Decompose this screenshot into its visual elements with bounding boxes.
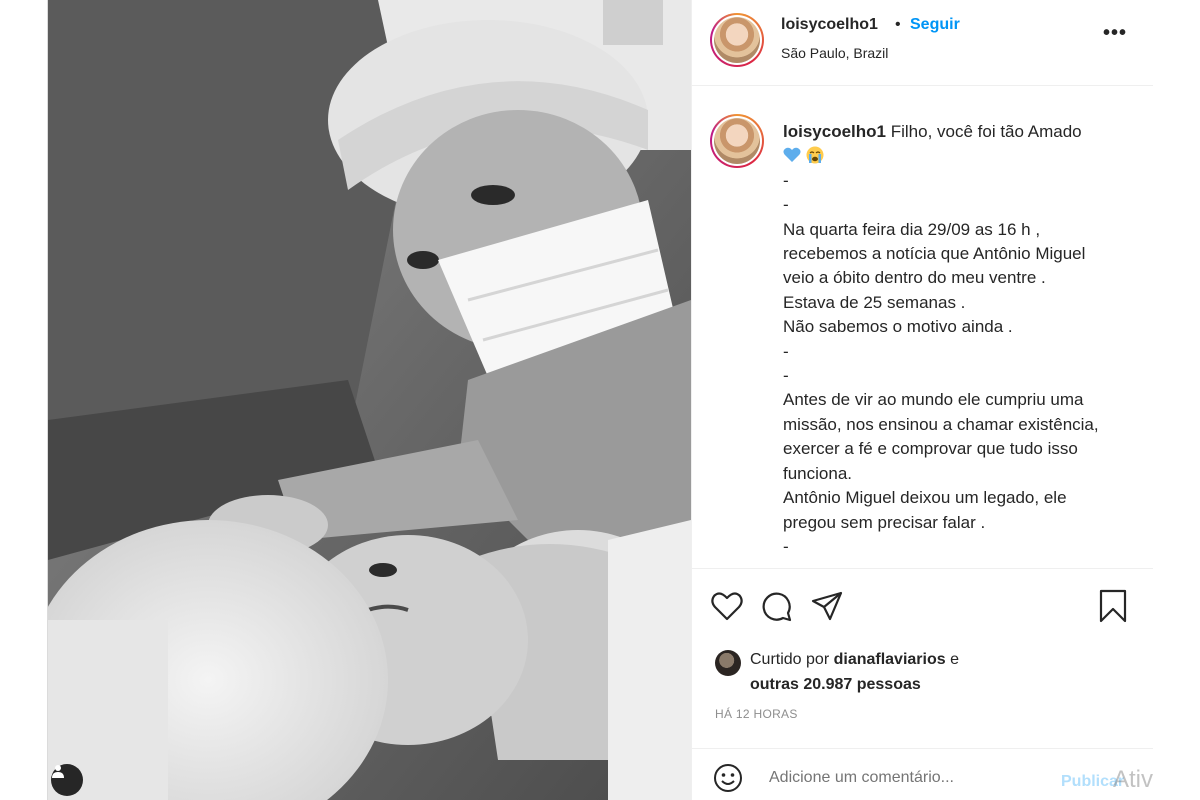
caption-line: Estava de 25 semanas . <box>783 292 966 312</box>
caption-line: - <box>783 536 789 556</box>
tagged-users-button[interactable] <box>51 764 83 796</box>
caption-area: loisycoelho1 Filho, você foi tão Amado -… <box>692 87 1153 567</box>
share-icon[interactable] <box>810 589 844 623</box>
post-timestamp[interactable]: HÁ 12 HORAS <box>715 707 798 721</box>
caption-line: Antes de vir ao mundo ele cumpriu uma <box>783 390 1084 410</box>
liked-by-text: Curtido por dianaflaviarios e outras 20.… <box>750 647 1070 697</box>
post-location[interactable]: São Paulo, Brazil <box>781 45 888 61</box>
caption-username[interactable]: loisycoelho1 <box>783 122 886 141</box>
caption-avatar[interactable] <box>710 114 764 168</box>
caption-emoji-line <box>783 144 1138 168</box>
caption-line: Não sabemos o motivo ainda . <box>783 317 1013 337</box>
comment-icon[interactable] <box>760 589 794 623</box>
separator-dot: • <box>895 16 901 33</box>
post-actions: Curtido por dianaflaviarios e outras 20.… <box>692 568 1153 748</box>
post-photo-image <box>48 0 691 800</box>
caption-line: veio a óbito dentro do meu ventre . <box>783 268 1046 288</box>
caption-line: exercer a fé e comprovar que tudo isso <box>783 439 1078 459</box>
caption-line: funciona. <box>783 463 852 483</box>
comment-bar: Publicar Ativ <box>692 748 1153 800</box>
caption-text: loisycoelho1 Filho, você foi tão Amado -… <box>783 120 1138 559</box>
crying-face-emoji-icon <box>806 146 824 164</box>
caption-first-line: Filho, você foi tão Amado <box>890 122 1082 141</box>
instagram-post: loisycoelho1 • Seguir São Paulo, Brazil … <box>47 0 1153 800</box>
more-options-icon[interactable]: ••• <box>1103 22 1127 45</box>
bookmark-icon[interactable] <box>1096 589 1130 623</box>
caption-line: recebemos a notícia que Antônio Miguel <box>783 244 1086 264</box>
caption-line: - <box>783 170 789 190</box>
post-side-panel: loisycoelho1 • Seguir São Paulo, Brazil … <box>691 0 1153 800</box>
caption-line: Antônio Miguel deixou um legado, ele <box>783 488 1067 508</box>
emoji-icon[interactable] <box>713 763 743 793</box>
heart-icon[interactable] <box>710 589 744 623</box>
caption-line: missão, nos ensinou a chamar existência, <box>783 414 1099 434</box>
caption-line: - <box>783 195 789 215</box>
liked-connector: e <box>945 651 959 668</box>
caption-line: - <box>783 341 789 361</box>
comment-input[interactable] <box>769 769 1039 787</box>
avatar[interactable] <box>710 13 764 67</box>
post-photo[interactable] <box>48 0 691 800</box>
blue-heart-emoji-icon <box>783 148 801 163</box>
user-icon <box>52 765 64 778</box>
follow-button[interactable]: Seguir <box>910 16 960 34</box>
liker-username[interactable]: dianaflaviarios <box>834 651 946 668</box>
post-header: loisycoelho1 • Seguir São Paulo, Brazil … <box>692 0 1153 86</box>
caption-line: Na quarta feira dia 29/09 as 16 h , <box>783 219 1041 239</box>
caption-line: - <box>783 366 789 386</box>
liker-avatar[interactable] <box>715 650 741 676</box>
caption-line: pregou sem precisar falar . <box>783 512 986 532</box>
likes-count[interactable]: outras 20.987 pessoas <box>750 676 921 693</box>
post-username[interactable]: loisycoelho1 <box>781 16 878 34</box>
liked-prefix: Curtido por <box>750 651 834 668</box>
activation-watermark: Ativ <box>1113 766 1154 793</box>
